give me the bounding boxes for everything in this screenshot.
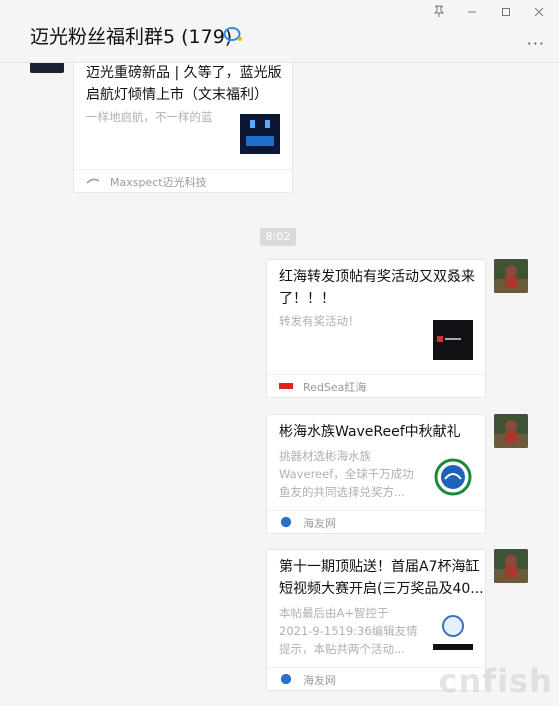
card-description: 鱼友的共同选择兑奖方... [279,485,405,499]
card-source: RedSea红海 [267,374,485,397]
timestamp: 8:02 [260,228,296,246]
my-avatar[interactable] [494,414,528,448]
chat-bubble-icon[interactable] [223,26,243,44]
card-title-line: 第十一期顶贴送！首届A7杯海缸 [279,559,480,575]
card-title-line: 启航灯倾情上市（文末福利） [86,87,268,103]
chat-area[interactable]: 迈光重磅新品 | 久等了，蓝光版 启航灯倾情上市（文末福利） 一样地启航，不一样… [0,63,559,706]
card-description: Wavereef，全球千万成功 [279,467,414,481]
card-source-name: 海友网 [303,674,336,687]
card-thumbnail [433,320,473,360]
card-description: 提示，本贴共两个活动... [279,642,405,656]
card-title-line: 了！！！ [279,291,335,307]
card-source: Maxspect迈光科技 [74,169,292,192]
close-icon[interactable] [530,4,548,22]
card-title-line: 短视频大赛开启(三万奖品及40... [279,581,484,597]
more-options-button[interactable]: ··· [527,34,545,53]
card-title-line: 彬海水族WaveReef中秋献礼 [279,424,461,440]
maxspect-logo-icon [86,178,100,184]
card-title-line: 红海转发顶帖有奖活动又双叒来 [279,269,475,285]
title-bar: 迈光粉丝福利群5 (179) ··· [0,0,559,63]
link-card[interactable]: 红海转发顶帖有奖活动又双叒来 了！！！ 转发有奖活动！ RedSea红海 [266,259,486,398]
chat-title: 迈光粉丝福利群5 (179) [30,26,233,48]
my-avatar[interactable] [494,259,528,293]
haiyouwang-logo-icon [280,673,292,685]
maximize-icon[interactable] [497,4,515,22]
card-source-name: 海友网 [303,517,336,530]
card-thumbnail [240,114,280,154]
card-description: 挑器材选彬海水族 [279,449,371,463]
card-source-name: Maxspect迈光科技 [110,176,207,189]
haiyouwang-logo-icon [280,516,292,528]
pin-icon[interactable] [430,4,448,22]
minimize-icon[interactable] [463,4,481,22]
card-title-line: 迈光重磅新品 | 久等了，蓝光版 [86,65,282,81]
card-description: 2021-9-1519:36编辑友情 [279,624,418,638]
card-description: 本帖最后由A+智控于 [279,606,389,620]
card-source: 海友网 [267,510,485,533]
card-description: 转发有奖活动！ [279,314,360,328]
link-card[interactable]: 彬海水族WaveReef中秋献礼 挑器材选彬海水族 Wavereef，全球千万成… [266,414,486,534]
sender-avatar[interactable] [30,63,64,73]
link-card[interactable]: 迈光重磅新品 | 久等了，蓝光版 启航灯倾情上市（文末福利） 一样地启航，不一样… [73,63,293,193]
card-thumbnail [433,457,473,497]
my-avatar[interactable] [494,549,528,583]
redsea-logo-icon [279,383,293,389]
card-source-name: RedSea红海 [303,381,367,394]
card-description: 一样地启航，不一样的蓝 [86,110,213,124]
card-thumbnail [433,610,473,650]
watermark: cnfish [438,662,553,700]
